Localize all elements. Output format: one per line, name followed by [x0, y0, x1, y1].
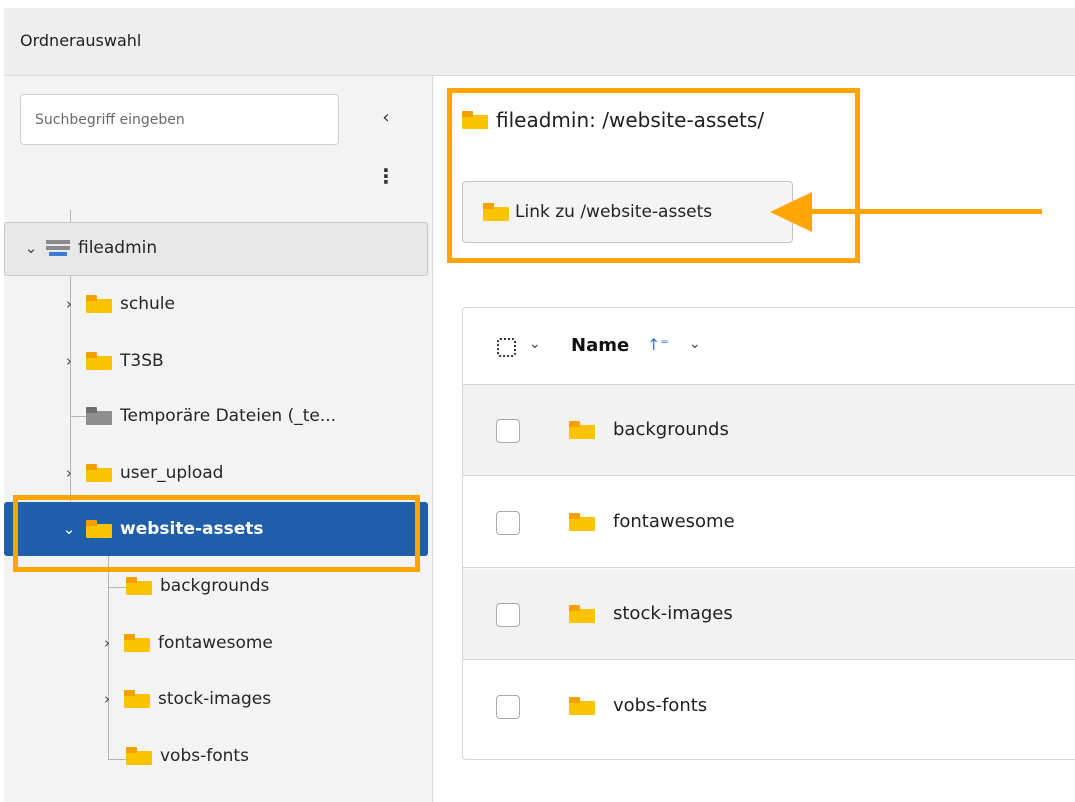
file-name[interactable]: backgrounds	[613, 419, 729, 440]
folder-icon	[569, 605, 595, 623]
tree-line	[108, 587, 126, 588]
folder-icon	[483, 203, 509, 221]
annotation-arrow-head	[770, 192, 812, 232]
tree-item-user-upload[interactable]: › user_upload	[58, 453, 223, 493]
chevron-right-icon[interactable]: ›	[96, 634, 118, 652]
tree-item-schule[interactable]: › schule	[58, 284, 175, 324]
column-header-name[interactable]: Name	[571, 335, 629, 356]
table-header: ⌄ Name ↑⁼ ⌄	[463, 308, 1075, 385]
file-table: ⌄ Name ↑⁼ ⌄ backgrounds fontawesome stoc…	[462, 307, 1075, 760]
chevron-right-icon[interactable]: ›	[96, 690, 118, 708]
tree-item-label: user_upload	[120, 463, 224, 483]
tree-item-label: fontawesome	[158, 633, 273, 653]
chevron-right-icon[interactable]: ›	[58, 464, 80, 482]
search-input[interactable]	[20, 94, 339, 145]
folder-icon	[86, 352, 112, 370]
window-title: Ordnerauswahl	[20, 31, 142, 50]
folder-icon	[569, 697, 595, 715]
folder-gray-icon	[86, 407, 112, 425]
tree-item-label: schule	[120, 294, 175, 314]
file-name[interactable]: vobs-fonts	[613, 695, 707, 716]
chevron-down-icon[interactable]: ⌄	[689, 336, 701, 352]
tree-item-t3sb[interactable]: › T3SB	[58, 341, 164, 381]
more-options-button[interactable]: ⋮	[376, 160, 396, 192]
chevron-down-icon[interactable]: ⌄	[20, 239, 42, 257]
tree-item-stock-images[interactable]: › stock-images	[96, 679, 271, 719]
tree-item-label: T3SB	[120, 351, 164, 371]
tree-line	[108, 759, 126, 760]
folder-icon	[569, 513, 595, 531]
chevron-right-icon[interactable]: ›	[58, 352, 80, 370]
tree-item-backgrounds[interactable]: backgrounds	[126, 566, 269, 606]
tree-item-vobs-fonts[interactable]: vobs-fonts	[126, 736, 249, 776]
collapse-sidebar-button[interactable]: ‹	[374, 104, 398, 132]
table-row[interactable]: vobs-fonts	[463, 661, 1075, 752]
annotation-arrow	[808, 209, 1042, 214]
table-row[interactable]: stock-images	[463, 569, 1075, 660]
table-row[interactable]: backgrounds	[463, 385, 1075, 476]
path-title-text: fileadmin: /website-assets/	[496, 108, 765, 132]
link-to-folder-button[interactable]: Link zu /website-assets	[462, 181, 793, 243]
tree-item-label: backgrounds	[160, 576, 270, 596]
row-checkbox[interactable]	[496, 419, 520, 443]
folder-icon	[124, 690, 150, 708]
row-checkbox[interactable]	[496, 603, 520, 627]
tree-item-label: stock-images	[158, 689, 272, 709]
folder-icon	[126, 747, 152, 765]
sort-ascending-icon[interactable]: ↑⁼	[647, 335, 669, 354]
select-all-checkbox[interactable]	[497, 338, 516, 357]
tree-item-label: vobs-fonts	[160, 746, 249, 766]
folder-icon	[124, 634, 150, 652]
file-name[interactable]: stock-images	[613, 603, 733, 624]
window-header: Ordnerauswahl	[4, 8, 1075, 76]
folder-icon	[126, 577, 152, 595]
tree-item-temporaere-dateien[interactable]: Temporäre Dateien (_te...	[86, 396, 336, 436]
tree-item-label: Temporäre Dateien (_te...	[120, 406, 337, 426]
folder-icon	[462, 111, 488, 129]
path-title: fileadmin: /website-assets/	[462, 108, 764, 132]
folder-icon	[86, 464, 112, 482]
chevron-right-icon[interactable]: ›	[58, 295, 80, 313]
folder-icon	[569, 421, 595, 439]
link-button-label: Link zu /website-assets	[515, 202, 713, 222]
annotation-highlight-box	[13, 495, 420, 572]
tree-item-fontawesome[interactable]: › fontawesome	[96, 623, 273, 663]
chevron-down-icon[interactable]: ⌄	[529, 336, 541, 352]
tree-item-fileadmin[interactable]: ⌄ fileadmin	[20, 228, 157, 268]
file-name[interactable]: fontawesome	[613, 511, 735, 532]
tree-line	[70, 210, 71, 222]
row-checkbox[interactable]	[496, 695, 520, 719]
tree-item-label: fileadmin	[78, 238, 158, 258]
row-checkbox[interactable]	[496, 511, 520, 535]
storage-icon	[46, 238, 70, 258]
folder-icon	[86, 295, 112, 313]
table-row[interactable]: fontawesome	[463, 477, 1075, 568]
